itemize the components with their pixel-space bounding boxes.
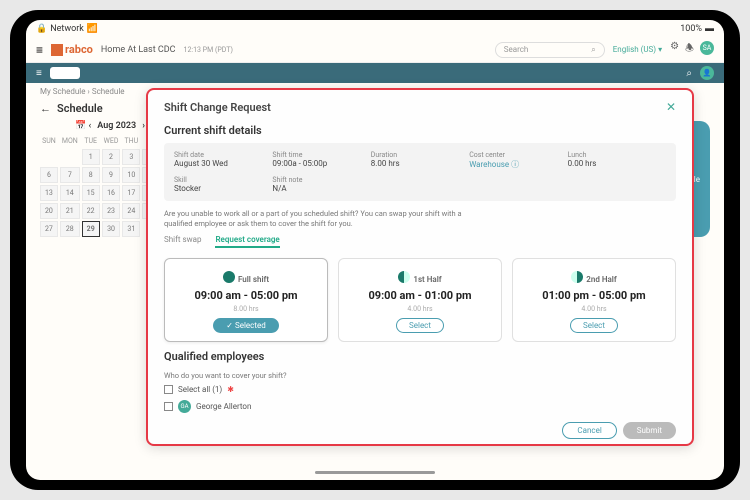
cal-day-31[interactable]: 31: [122, 221, 140, 237]
cal-day-16[interactable]: 16: [102, 185, 121, 201]
tab-request-coverage[interactable]: Request coverage: [215, 235, 279, 248]
card-second-half[interactable]: 2nd Half 01:00 pm - 05:00 pm 4.00 hrs Se…: [512, 258, 676, 342]
select-full-button[interactable]: ✓ Selected: [213, 318, 278, 333]
cal-day-14[interactable]: 14: [60, 185, 80, 201]
submit-button[interactable]: Submit: [623, 422, 676, 439]
modal-title: Shift Change Request: [164, 101, 271, 114]
nav-bar: ≡ ⌕ 👤: [26, 63, 724, 83]
full-shift-icon: [223, 271, 235, 283]
cal-day-22[interactable]: 22: [82, 203, 100, 219]
cal-day-9[interactable]: 9: [102, 167, 121, 183]
cal-day-17[interactable]: 17: [122, 185, 140, 201]
select-all-checkbox[interactable]: [164, 385, 173, 394]
cancel-button[interactable]: Cancel: [562, 422, 616, 439]
half2-icon: [571, 271, 583, 283]
lock-icon: 🔒: [36, 24, 47, 34]
section-qualified: Qualified employees: [164, 346, 676, 369]
cal-prev-icon[interactable]: 📅 ‹: [75, 121, 91, 131]
cal-day-24[interactable]: 24: [122, 203, 140, 219]
cal-day-23[interactable]: 23: [102, 203, 121, 219]
cal-day-7[interactable]: 7: [60, 167, 80, 183]
location-time: 12:13 PM (PDT): [184, 46, 233, 54]
search-icon: ⌕: [591, 45, 595, 55]
gear-icon[interactable]: ⚙: [670, 41, 679, 58]
nav-menu-icon[interactable]: ≡: [36, 68, 42, 79]
cal-next-icon[interactable]: ›: [142, 121, 145, 131]
brand-logo: rabco: [51, 43, 93, 56]
cal-day-29[interactable]: 29: [82, 221, 100, 237]
select-half1-button[interactable]: Select: [396, 318, 444, 333]
select-half2-button[interactable]: Select: [570, 318, 618, 333]
cal-day-10[interactable]: 10: [122, 167, 140, 183]
cal-day-1[interactable]: 1: [82, 149, 100, 165]
back-arrow-icon[interactable]: ←: [40, 102, 51, 115]
battery-label: 100%: [680, 24, 702, 34]
employee-avatar: GA: [178, 400, 191, 413]
employee-checkbox[interactable]: [164, 402, 173, 411]
section-current-shift: Current shift details: [164, 120, 676, 143]
required-icon: ✱: [227, 385, 234, 394]
cal-day-15[interactable]: 15: [82, 185, 100, 201]
help-text: Are you unable to work all or a part of …: [164, 201, 484, 233]
menu-icon[interactable]: ≡: [36, 43, 43, 57]
cal-day-30[interactable]: 30: [102, 221, 121, 237]
bell-icon[interactable]: 🕭: [685, 41, 694, 58]
home-indicator[interactable]: [315, 471, 435, 474]
network-label: Network: [50, 24, 84, 34]
status-bar: 🔒 Network 📶 100% ▬: [26, 20, 724, 37]
battery-icon: ▬: [705, 23, 714, 34]
cal-month: Aug 2023: [97, 121, 136, 131]
wifi-icon: 📶: [87, 24, 98, 34]
close-icon[interactable]: ✕: [666, 100, 676, 114]
cal-day-3[interactable]: 3: [122, 149, 140, 165]
card-first-half[interactable]: 1st Half 09:00 am - 01:00 pm 4.00 hrs Se…: [338, 258, 502, 342]
nav-pill[interactable]: [50, 67, 80, 79]
cal-day-6[interactable]: 6: [40, 167, 58, 183]
nav-avatar[interactable]: 👤: [700, 66, 714, 80]
cal-day-2[interactable]: 2: [102, 149, 121, 165]
cal-day-20[interactable]: 20: [40, 203, 58, 219]
shift-change-modal: Shift Change Request ✕ Current shift det…: [146, 88, 694, 446]
search-input[interactable]: Search⌕: [495, 42, 605, 58]
card-full-shift[interactable]: Full shift 09:00 am - 05:00 pm 8.00 hrs …: [164, 258, 328, 342]
half1-icon: [398, 271, 410, 283]
avatar[interactable]: SA: [700, 41, 714, 55]
cal-day-8[interactable]: 8: [82, 167, 100, 183]
employee-row[interactable]: GA George Allerton: [164, 397, 676, 416]
cal-day-21[interactable]: 21: [60, 203, 80, 219]
cal-day-28[interactable]: 28: [60, 221, 80, 237]
language-selector[interactable]: English (US) ▾: [613, 45, 662, 54]
cal-day-27[interactable]: 27: [40, 221, 58, 237]
app-header: ≡ rabco Home At Last CDC 12:13 PM (PDT) …: [26, 37, 724, 63]
nav-search-icon[interactable]: ⌕: [686, 68, 692, 79]
cal-day-13[interactable]: 13: [40, 185, 58, 201]
location-name[interactable]: Home At Last CDC: [101, 45, 176, 55]
tab-shift-swap[interactable]: Shift swap: [164, 235, 201, 248]
